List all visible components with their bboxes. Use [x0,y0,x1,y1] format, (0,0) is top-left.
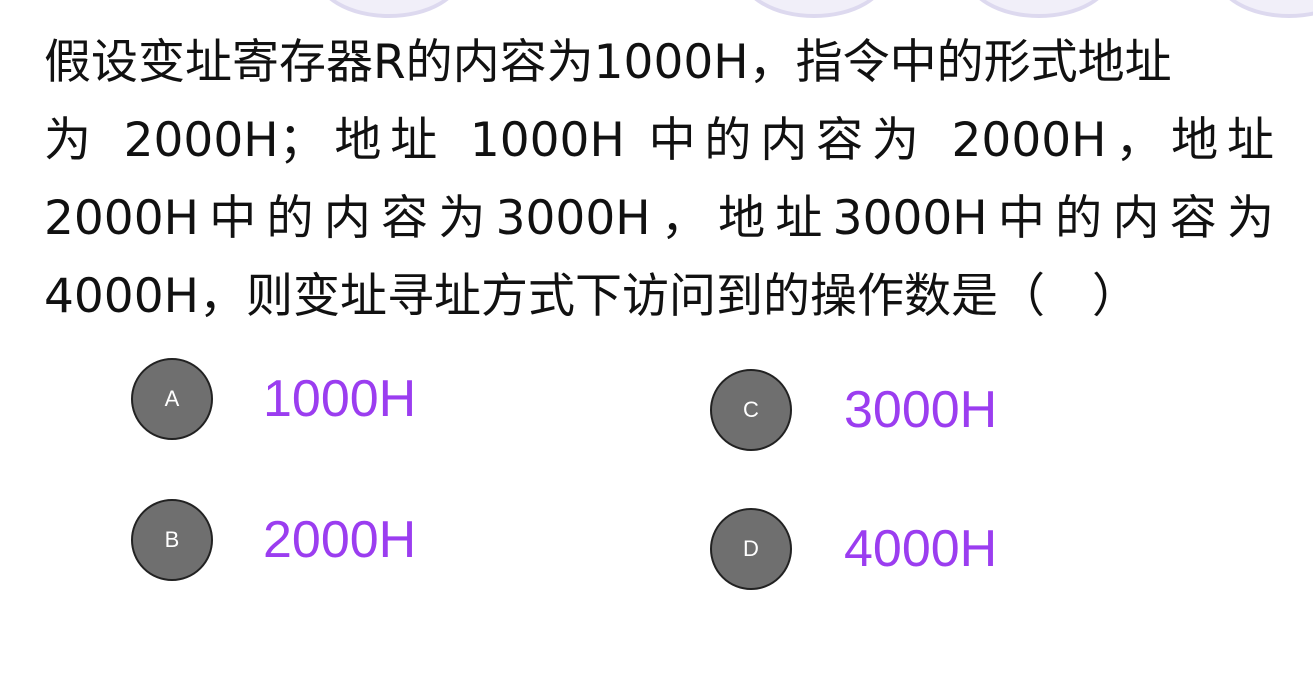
decorative-circle [1215,0,1313,18]
decorative-circle [965,0,1113,18]
decorative-circle [740,0,888,18]
option-value: 1000H [263,370,417,428]
option-letter-badge: C [710,369,792,451]
question-line: 2000H中的内容为3000H，地址3000H中的内容为 [44,191,1274,246]
option-value: 3000H [844,381,998,439]
question-line: 4000H，则变址寻址方式下访问到的操作数是（ ） [44,269,1139,324]
decorative-circle [315,0,463,18]
question-line: 为 2000H；地址 1000H 中的内容为 2000H，地址 [44,113,1274,168]
option-c[interactable]: C 3000H [710,369,997,451]
option-d[interactable]: D 4000H [710,508,997,590]
question-text: 假设变址寄存器R的内容为1000H，指令中的形式地址 为 2000H；地址 10… [44,24,1274,336]
question-line: 假设变址寄存器R的内容为1000H，指令中的形式地址 [44,35,1172,90]
option-value: 2000H [263,511,417,569]
option-letter-badge: A [131,358,213,440]
option-b[interactable]: B 2000H [131,499,416,581]
option-a[interactable]: A 1000H [131,358,416,440]
option-letter-badge: D [710,508,792,590]
option-value: 4000H [844,520,998,578]
option-letter-badge: B [131,499,213,581]
